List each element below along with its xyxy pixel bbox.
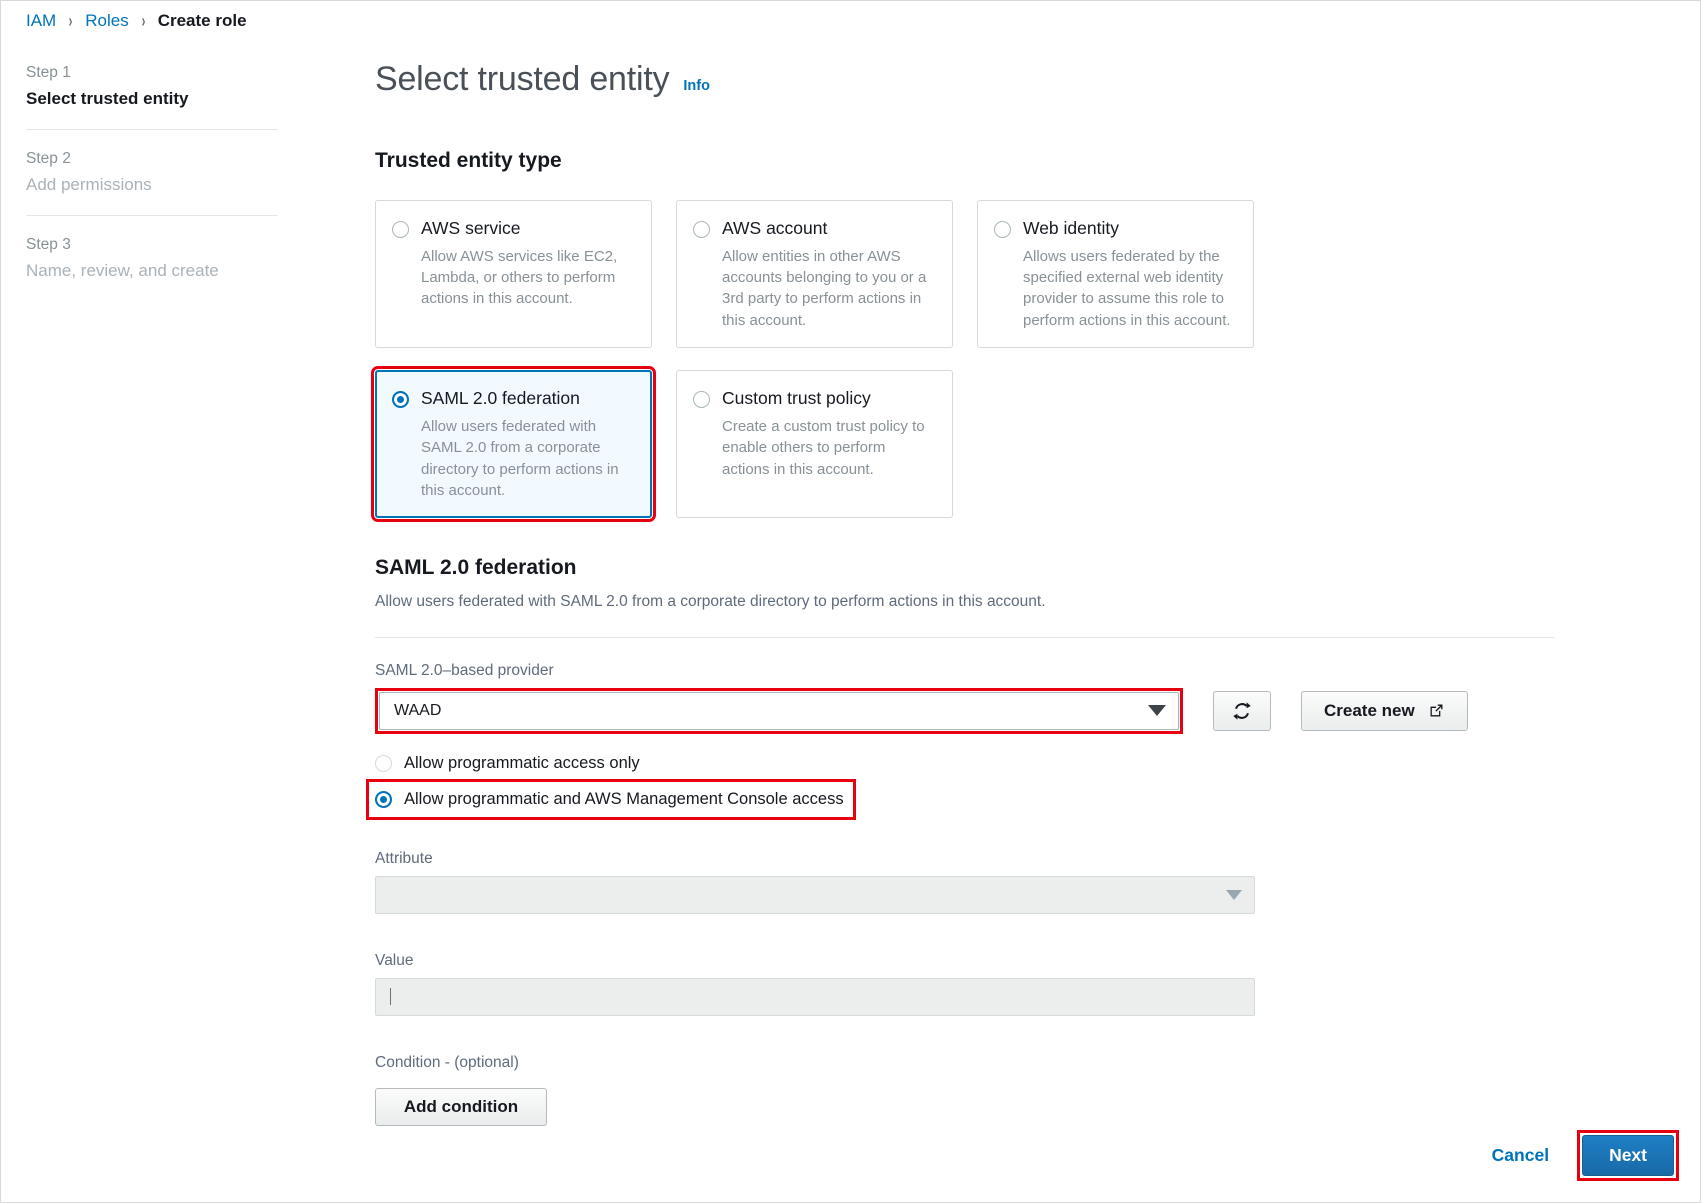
chevron-down-icon [1148,705,1166,717]
radio-aws-account[interactable] [693,221,710,238]
trusted-entity-card-grid: AWS service Allow AWS services like EC2,… [371,200,1555,523]
access-option-label: Allow programmatic and AWS Management Co… [404,789,844,808]
entity-card-saml-federation[interactable]: SAML 2.0 federation Allow users federate… [371,366,656,523]
entity-card-title: AWS service [421,218,521,238]
external-link-icon [1430,704,1443,717]
access-option-programmatic-and-console[interactable]: Allow programmatic and AWS Management Co… [375,786,844,813]
step-1-number: Step 1 [26,64,71,81]
attribute-select[interactable] [375,875,1255,914]
wizard-footer: Cancel Next [1492,1130,1679,1181]
access-option-label: Allow programmatic access only [404,753,640,772]
step-2-number: Step 2 [26,150,71,167]
breadcrumb: IAM › Roles › Create role [26,10,247,32]
step-3-number: Step 3 [26,236,71,253]
next-button[interactable]: Next [1582,1135,1674,1176]
condition-field-label: Condition - (optional) [375,1053,519,1071]
radio-programmatic-only[interactable] [375,754,392,772]
radio-saml-federation[interactable] [392,391,409,409]
entity-card-web-identity[interactable]: Web identity Allows users federated by t… [977,200,1254,349]
add-condition-button[interactable]: Add condition [375,1087,547,1126]
entity-card-description: Create a custom trust policy to enable o… [722,417,925,478]
provider-row: WAAD Create new [375,687,1555,734]
provider-field-label: SAML 2.0–based provider [375,661,554,679]
attribute-field-label: Attribute [375,849,433,867]
entity-card-custom-trust-policy[interactable]: Custom trust policy Create a custom trus… [676,370,953,519]
next-button-annotation: Next [1577,1130,1679,1181]
radio-web-identity[interactable] [994,221,1011,238]
entity-card-description: Allow users federated with SAML 2.0 from… [421,417,619,499]
step-2-label: Add permissions [26,175,152,194]
step-3-name-review-create[interactable]: Step 3 Name, review, and create [26,215,278,301]
saml-provider-select[interactable]: WAAD [379,691,1179,730]
create-new-label: Create new [1324,700,1415,720]
entity-card-title: AWS account [722,218,828,238]
access-option-programmatic-only[interactable]: Allow programmatic access only [375,750,1555,777]
page-title: Select trusted entity [375,60,670,98]
entity-card-description: Allow entities in other AWS accounts bel… [722,247,927,329]
step-2-add-permissions[interactable]: Step 2 Add permissions [26,129,278,215]
saml-section-description: Allow users federated with SAML 2.0 from… [375,593,1046,611]
create-new-provider-button[interactable]: Create new [1301,690,1468,731]
refresh-providers-button[interactable] [1213,690,1271,731]
entity-card-title: SAML 2.0 federation [421,388,580,409]
entity-card-aws-service[interactable]: AWS service Allow AWS services like EC2,… [375,200,652,349]
saml-section-heading: SAML 2.0 federation [375,556,577,580]
entity-card-title: Custom trust policy [722,388,871,409]
chevron-down-icon [1226,889,1242,900]
provider-select-annotation: WAAD [375,687,1183,734]
access-option-console-annotation: Allow programmatic and AWS Management Co… [366,778,856,820]
main-content: Select trusted entity Info Trusted entit… [366,0,1555,1126]
value-input[interactable] [375,977,1255,1016]
step-1-select-trusted-entity[interactable]: Step 1 Select trusted entity [26,64,278,129]
access-options-group: Allow programmatic access only Allow pro… [366,750,1555,820]
chevron-right-icon: › [68,10,73,32]
breadcrumb-item-roles[interactable]: Roles [85,11,128,31]
saml-provider-selected-value: WAAD [394,701,442,719]
section-divider [375,636,1555,638]
info-link[interactable]: Info [683,78,710,94]
text-cursor [390,988,391,1006]
entity-card-description: Allow AWS services like EC2, Lambda, or … [421,247,618,308]
breadcrumb-item-iam[interactable]: IAM [26,11,56,31]
chevron-right-icon: › [141,10,146,32]
radio-programmatic-and-console[interactable] [375,790,392,808]
wizard-steps: Step 1 Select trusted entity Step 2 Add … [26,64,278,301]
add-condition-label: Add condition [403,1096,519,1116]
step-3-label: Name, review, and create [26,261,219,280]
step-1-label: Select trusted entity [26,89,189,108]
entity-card-aws-account[interactable]: AWS account Allow entities in other AWS … [676,200,953,349]
breadcrumb-item-create-role: Create role [157,11,247,30]
cancel-button[interactable]: Cancel [1492,1145,1549,1166]
refresh-icon [1233,702,1251,720]
trusted-entity-type-heading: Trusted entity type [375,149,562,172]
entity-card-title: Web identity [1023,218,1119,238]
radio-custom-trust-policy[interactable] [693,391,710,409]
page-title-row: Select trusted entity Info [375,60,1555,99]
radio-aws-service[interactable] [392,221,409,238]
value-field-label: Value [375,951,414,969]
entity-card-description: Allows users federated by the specified … [1023,247,1231,329]
